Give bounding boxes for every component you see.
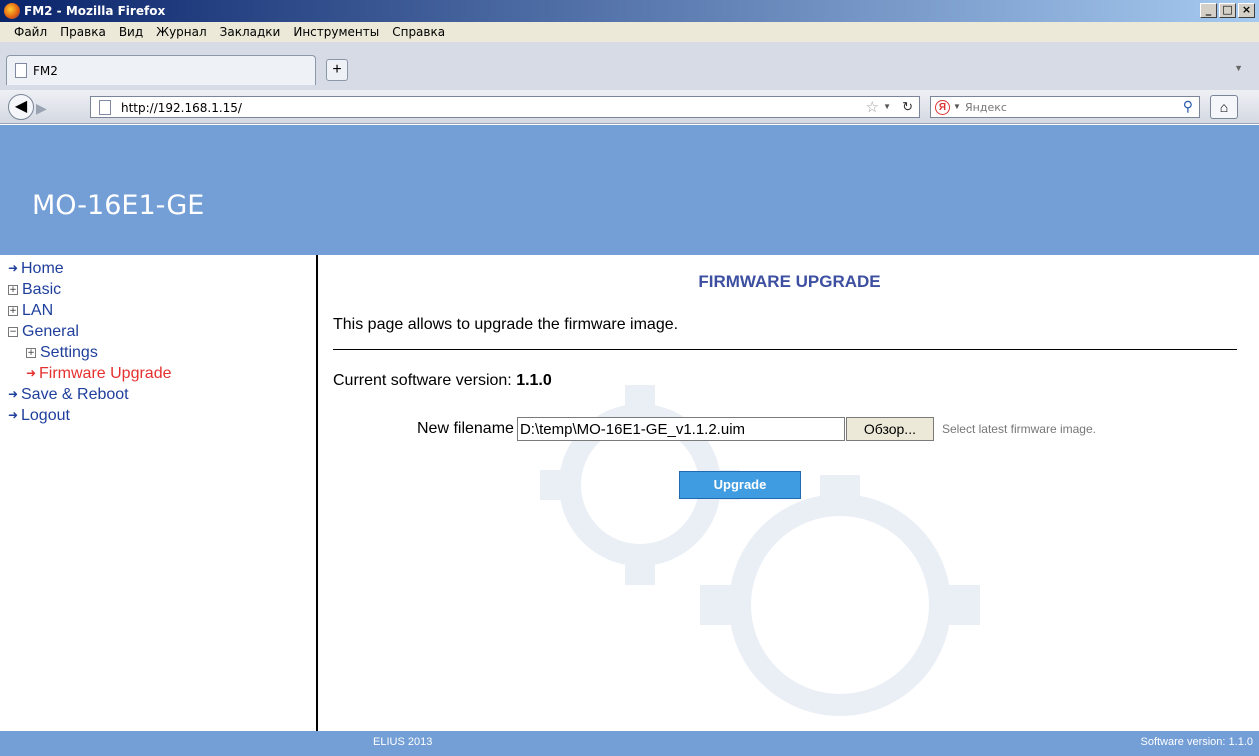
- menu-bar: Файл Правка Вид Журнал Закладки Инструме…: [0, 22, 1259, 42]
- firmware-file-input[interactable]: [516, 417, 845, 441]
- expand-plus-icon[interactable]: +: [8, 305, 18, 316]
- new-tab-button[interactable]: +: [326, 59, 348, 81]
- nav-label: General: [22, 323, 79, 340]
- nav-item-settings[interactable]: + Settings: [8, 342, 316, 363]
- back-arrow-icon: ◀: [14, 98, 28, 115]
- bookmark-star-icon[interactable]: ☆: [866, 98, 879, 116]
- address-bar[interactable]: http://192.168.1.15/ ☆ ▼ ↻: [90, 96, 920, 118]
- arrow-right-icon: ➜: [8, 387, 19, 401]
- page-footer: ELIUS 2013 Software version: 1.1.0: [0, 731, 1259, 756]
- page-icon: [15, 63, 27, 78]
- footer-software-version: Software version: 1.1.0: [1140, 736, 1253, 748]
- back-button[interactable]: ◀: [8, 94, 34, 120]
- navigation-toolbar: ◀ ▶ http://192.168.1.15/ ☆ ▼ ↻ Я ▼ Яндек…: [0, 90, 1259, 124]
- page-title: FIRMWARE UPGRADE: [698, 272, 881, 291]
- current-version: Current software version: 1.1.0: [333, 372, 552, 390]
- nav-item-general[interactable]: − General: [8, 321, 316, 342]
- reload-icon[interactable]: ↻: [902, 99, 913, 115]
- file-upload-row: New filename Обзор... Select latest firm…: [417, 416, 1096, 442]
- tab-label: FM2: [33, 64, 58, 78]
- nav-label: Settings: [40, 344, 98, 361]
- home-button[interactable]: ⌂: [1210, 95, 1238, 119]
- minimize-button[interactable]: _: [1200, 3, 1217, 18]
- close-button[interactable]: ×: [1238, 3, 1255, 18]
- menu-help[interactable]: Справка: [392, 22, 458, 42]
- nav-item-basic[interactable]: + Basic: [8, 279, 316, 300]
- forward-arrow-icon: ▶: [36, 100, 47, 116]
- device-name: MO-16E1-GE: [32, 190, 205, 221]
- left-navigation: ➜ Home + Basic + LAN − General + Setting…: [0, 255, 318, 731]
- search-icon[interactable]: ⚲: [1183, 98, 1193, 115]
- divider: [333, 349, 1237, 350]
- version-value: 1.1.0: [516, 372, 552, 389]
- version-label: Current software version:: [333, 372, 512, 389]
- menu-history[interactable]: Журнал: [156, 22, 220, 42]
- nav-item-lan[interactable]: + LAN: [8, 300, 316, 321]
- url-text: http://192.168.1.15/: [121, 101, 242, 115]
- arrow-right-icon: ➜: [8, 261, 19, 275]
- nav-item-home[interactable]: ➜ Home: [8, 258, 316, 279]
- file-label: New filename: [417, 420, 514, 437]
- nav-label: Save & Reboot: [21, 386, 129, 403]
- file-hint: Select latest firmware image.: [941, 422, 1096, 436]
- browse-button[interactable]: Обзор...: [845, 417, 934, 441]
- tab-strip: FM2 + ▼: [0, 42, 1259, 90]
- nav-label: Home: [21, 260, 64, 277]
- menu-view[interactable]: Вид: [119, 22, 156, 42]
- expand-plus-icon[interactable]: +: [26, 347, 36, 358]
- nav-label: Basic: [22, 281, 62, 298]
- nav-label: LAN: [22, 302, 54, 319]
- page-header: MO-16E1-GE: [0, 125, 1259, 255]
- collapse-minus-icon[interactable]: −: [8, 326, 18, 337]
- window-title-bar: FM2 - Mozilla Firefox _ □ ×: [0, 0, 1259, 22]
- chevron-down-icon[interactable]: ▼: [953, 102, 961, 111]
- menu-tools[interactable]: Инструменты: [293, 22, 392, 42]
- menu-edit[interactable]: Правка: [60, 22, 119, 42]
- search-placeholder: Яндекс: [965, 101, 1007, 114]
- tab-list-icon[interactable]: ▼: [1234, 63, 1243, 73]
- expand-plus-icon[interactable]: +: [8, 284, 18, 295]
- nav-item-logout[interactable]: ➜ Logout: [8, 405, 316, 426]
- window-controls: _ □ ×: [1200, 3, 1255, 18]
- page-icon: [99, 100, 111, 115]
- home-icon: ⌂: [1219, 99, 1229, 115]
- window-title: FM2 - Mozilla Firefox: [24, 4, 166, 18]
- maximize-button[interactable]: □: [1219, 3, 1236, 18]
- arrow-right-icon: ➜: [8, 408, 19, 422]
- menu-bookmarks[interactable]: Закладки: [220, 22, 294, 42]
- main-content: FIRMWARE UPGRADE This page allows to upg…: [320, 255, 1259, 731]
- yandex-icon[interactable]: Я: [935, 100, 950, 115]
- search-bar[interactable]: Я ▼ Яндекс ⚲: [930, 96, 1200, 118]
- firefox-icon: [4, 3, 20, 19]
- chevron-down-icon[interactable]: ▼: [883, 102, 891, 111]
- nav-item-save-reboot[interactable]: ➜ Save & Reboot: [8, 384, 316, 405]
- forward-button[interactable]: ▶: [36, 99, 54, 117]
- nav-label: Logout: [21, 407, 70, 424]
- upgrade-button[interactable]: Upgrade: [679, 471, 801, 499]
- menu-file[interactable]: Файл: [14, 22, 60, 42]
- nav-item-firmware-upgrade[interactable]: ➜ Firmware Upgrade: [8, 363, 316, 384]
- page-description: This page allows to upgrade the firmware…: [333, 316, 679, 333]
- tab-fm2[interactable]: FM2: [6, 55, 316, 85]
- arrow-right-icon: ➜: [26, 366, 37, 380]
- nav-label: Firmware Upgrade: [39, 365, 172, 382]
- footer-copyright: ELIUS 2013: [373, 736, 433, 748]
